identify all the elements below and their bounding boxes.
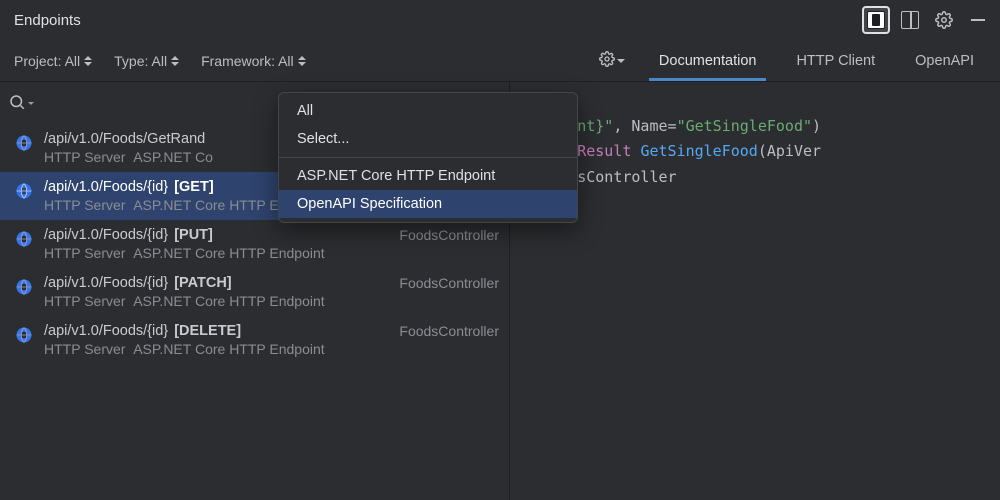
minimize-button[interactable] <box>964 6 992 34</box>
endpoint-path: /api/v1.0/Foods/{id} <box>44 275 168 291</box>
http-method: [GET] <box>174 179 213 195</box>
endpoint-icon <box>14 133 34 153</box>
gear-icon <box>599 51 615 70</box>
endpoint-icon <box>14 325 34 345</box>
toolbar-settings-dropdown[interactable] <box>599 51 625 70</box>
separator <box>279 157 577 158</box>
endpoint-icon <box>14 277 34 297</box>
popup-item-select[interactable]: Select... <box>279 125 577 153</box>
framework-filter-popup: All Select... ASP.NET Core HTTP Endpoint… <box>278 92 578 223</box>
tab-http-client[interactable]: HTTP Client <box>778 40 893 81</box>
endpoint-row[interactable]: /api/v1.0/Foods/{id} [PATCH] FoodsContro… <box>0 268 509 316</box>
popup-item-openapi[interactable]: OpenAPI Specification <box>279 190 577 218</box>
code-snippet: et] ("{id:int}", Name="GetSingleFood") A… <box>514 88 996 190</box>
documentation-panel: et] ("{id:int}", Name="GetSingleFood") A… <box>510 82 1000 500</box>
settings-button[interactable] <box>930 6 958 34</box>
endpoint-path: /api/v1.0/Foods/{id} <box>44 323 168 339</box>
dock-right-button[interactable] <box>862 6 890 34</box>
endpoint-path: /api/v1.0/Foods/{id} <box>44 179 168 195</box>
tab-openapi[interactable]: OpenAPI <box>897 40 992 81</box>
tab-documentation[interactable]: Documentation <box>641 40 775 81</box>
window-title: Endpoints <box>14 12 81 29</box>
popup-item-aspnet[interactable]: ASP.NET Core HTTP Endpoint <box>279 162 577 190</box>
endpoint-row[interactable]: /api/v1.0/Foods/{id} [DELETE] FoodsContr… <box>0 316 509 364</box>
controller-name: FoodsController <box>399 323 499 339</box>
chevron-updown-icon <box>84 56 94 66</box>
http-method: [DELETE] <box>174 323 241 339</box>
chevron-down-icon[interactable] <box>28 102 34 105</box>
chevron-down-icon <box>617 59 625 63</box>
split-view-button[interactable] <box>896 6 924 34</box>
type-filter[interactable]: Type: All <box>104 49 191 73</box>
http-method: [PUT] <box>174 227 213 243</box>
http-method: [PATCH] <box>174 275 231 291</box>
framework-filter[interactable]: Framework: All <box>191 49 318 73</box>
project-filter[interactable]: Project: All <box>4 49 104 73</box>
chevron-updown-icon <box>298 56 308 66</box>
filters-toolbar: Project: All Type: All Framework: All Do… <box>0 40 1000 82</box>
endpoint-row[interactable]: /api/v1.0/Foods/{id} [PUT] FoodsControll… <box>0 220 509 268</box>
chevron-updown-icon <box>171 56 181 66</box>
header-toolbar <box>862 6 992 34</box>
controller-name: FoodsController <box>399 227 499 243</box>
popup-item-all[interactable]: All <box>279 97 577 125</box>
endpoint-icon <box>14 229 34 249</box>
endpoint-path: /api/v1.0/Foods/{id} <box>44 227 168 243</box>
controller-name: FoodsController <box>399 275 499 291</box>
endpoint-icon <box>14 181 34 201</box>
endpoint-path: /api/v1.0/Foods/GetRand <box>44 131 205 147</box>
search-icon[interactable] <box>8 93 26 114</box>
